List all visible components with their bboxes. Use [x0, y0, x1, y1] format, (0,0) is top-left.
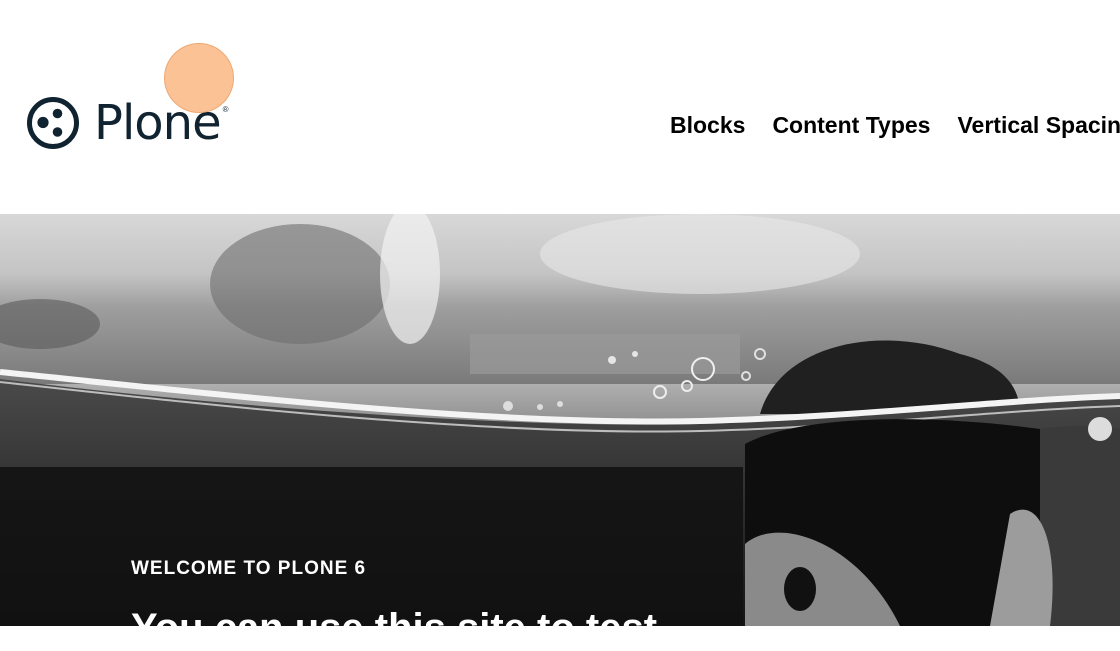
main-navigation: Blocks Content Types Vertical Spacing — [670, 112, 1120, 139]
plone-logo-icon — [27, 97, 79, 149]
hero-text-panel — [0, 467, 743, 626]
registered-mark: ® — [222, 104, 229, 114]
site-header: Plone ® Blocks Content Types Vertical Sp… — [0, 0, 1120, 214]
nav-item-content-types[interactable]: Content Types — [772, 112, 930, 139]
nav-item-vertical-spacing[interactable]: Vertical Spacing — [957, 112, 1120, 139]
cursor-highlight — [164, 43, 234, 113]
hero-title: You can use this site to test — [131, 606, 658, 650]
nav-item-blocks[interactable]: Blocks — [670, 112, 745, 139]
hero-eyebrow: WELCOME TO PLONE 6 — [131, 558, 367, 579]
